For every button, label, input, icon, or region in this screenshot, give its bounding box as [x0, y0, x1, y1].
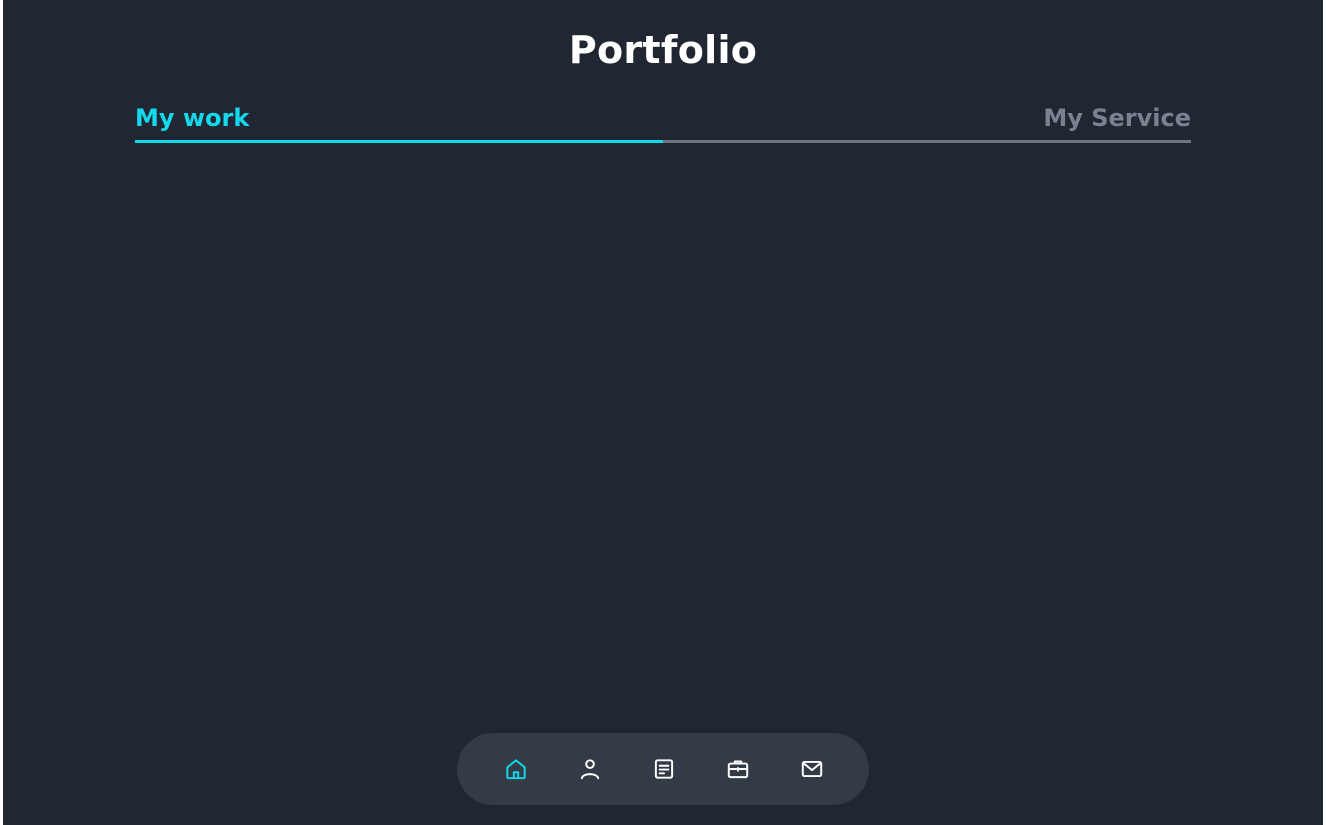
nav-about-button[interactable]	[575, 754, 605, 784]
tab-my-work[interactable]: My work	[135, 98, 249, 138]
bottom-navbar	[457, 733, 869, 805]
tab-track	[135, 140, 1191, 143]
tab-my-service[interactable]: My Service	[1043, 98, 1191, 138]
nav-home-button[interactable]	[501, 754, 531, 784]
app-frame: Portfolio My work My Service	[3, 0, 1323, 825]
nav-portfolio-button[interactable]	[723, 754, 753, 784]
home-icon	[506, 759, 526, 780]
briefcase-icon	[727, 760, 749, 779]
user-icon	[580, 759, 600, 780]
nav-resume-button[interactable]	[649, 754, 679, 784]
tab-active-indicator	[135, 140, 663, 143]
nav-contact-button[interactable]	[797, 754, 827, 784]
tab-bar: My work My Service	[135, 98, 1191, 146]
document-icon	[654, 759, 674, 779]
page-title: Portfolio	[568, 28, 758, 72]
mail-icon	[801, 760, 823, 778]
